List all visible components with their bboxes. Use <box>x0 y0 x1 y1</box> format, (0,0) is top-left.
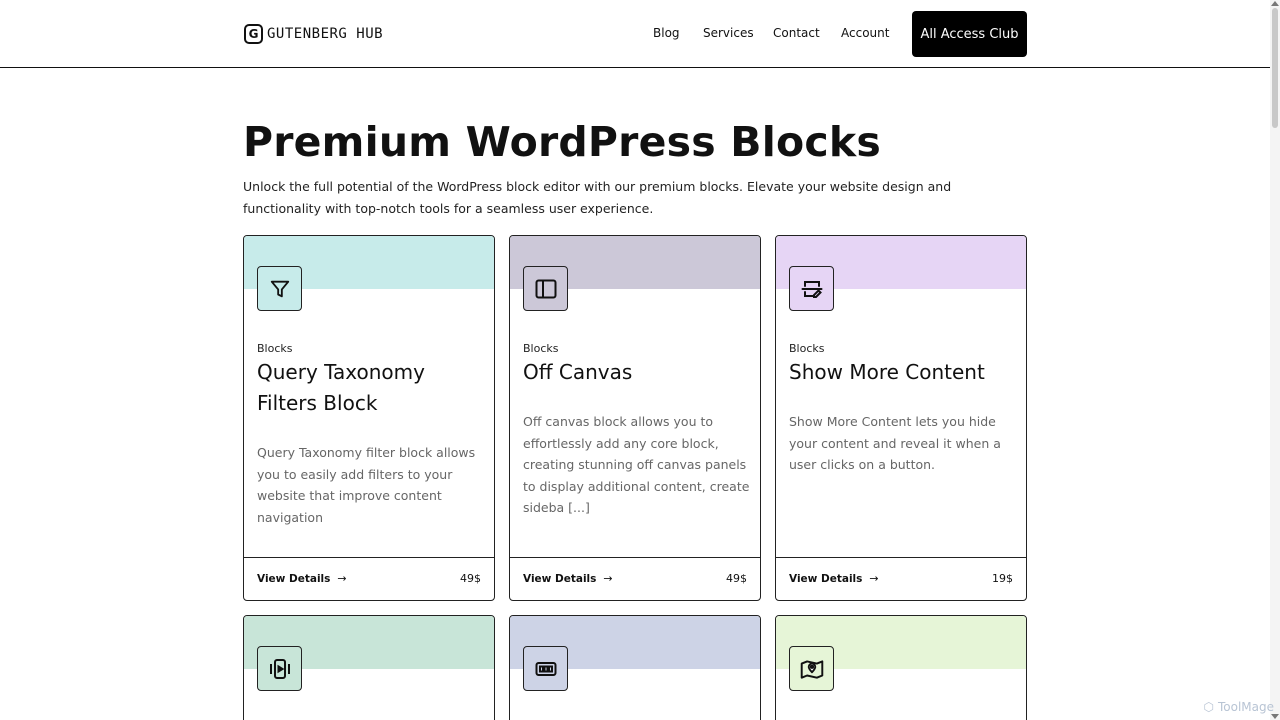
card-title[interactable]: Off Canvas <box>523 357 748 388</box>
sidebar-panel-icon <box>523 266 568 311</box>
watermark: ⬡ ToolMage <box>1204 700 1275 714</box>
scroll-up-arrow[interactable] <box>1271 1 1279 6</box>
product-card-off-canvas[interactable]: Blocks Off Canvas Off canvas block allow… <box>509 235 761 601</box>
card-category: Blocks <box>257 342 293 355</box>
card-category: Blocks <box>523 342 559 355</box>
view-details-link[interactable]: View Details → <box>789 572 879 585</box>
logo-text: GUTENBERG HUB <box>267 26 384 42</box>
card-footer: View Details → 49$ <box>510 557 760 600</box>
card-description: Query Taxonomy filter block allows you t… <box>257 445 476 525</box>
logo-mark: G <box>244 24 263 44</box>
card-footer: View Details → 19$ <box>776 557 1026 600</box>
product-card-show-more[interactable]: Blocks Show More Content Show More Conte… <box>775 235 1027 601</box>
card-price: 49$ <box>460 572 481 585</box>
card-title[interactable]: Show More Content <box>789 357 1014 388</box>
video-slider-icon <box>257 646 302 691</box>
map-pin-icon <box>789 646 834 691</box>
product-card-query-taxonomy[interactable]: Blocks Query Taxonomy Filters Block Quer… <box>243 235 495 601</box>
page-scrollbar[interactable] <box>1270 0 1280 720</box>
product-card-video-slider[interactable] <box>243 615 495 720</box>
arrow-right-icon: → <box>603 572 613 585</box>
nav-services[interactable]: Services <box>703 26 754 40</box>
scroll-thumb[interactable] <box>1272 8 1278 128</box>
all-access-club-button[interactable]: All Access Club <box>912 11 1027 57</box>
card-title[interactable]: Query Taxonomy Filters Block <box>257 357 482 419</box>
gallery-strip-icon <box>523 646 568 691</box>
card-price: 49$ <box>726 572 747 585</box>
site-header: G GUTENBERG HUB Blog Services Contact Ac… <box>0 0 1270 68</box>
view-details-label: View Details <box>523 572 597 585</box>
expand-content-icon <box>789 266 834 311</box>
card-category: Blocks <box>789 342 825 355</box>
nav-blog[interactable]: Blog <box>653 26 680 40</box>
product-card-gallery[interactable] <box>509 615 761 720</box>
watermark-text: ToolMage <box>1217 700 1274 714</box>
product-card-map[interactable] <box>775 615 1027 720</box>
view-details-link[interactable]: View Details → <box>257 572 347 585</box>
page-title: Premium WordPress Blocks <box>243 118 881 166</box>
arrow-right-icon: → <box>869 572 879 585</box>
site-logo[interactable]: G GUTENBERG HUB <box>244 22 383 46</box>
nav-contact[interactable]: Contact <box>773 26 820 40</box>
card-description: Show More Content lets you hide your con… <box>789 414 1001 472</box>
arrow-right-icon: → <box>337 572 347 585</box>
card-description: Off canvas block allows you to effortles… <box>523 414 750 515</box>
watermark-logo-icon: ⬡ <box>1203 700 1214 714</box>
nav-account[interactable]: Account <box>841 26 889 40</box>
funnel-icon <box>257 266 302 311</box>
scroll-down-arrow[interactable] <box>1271 714 1279 719</box>
view-details-label: View Details <box>257 572 331 585</box>
view-details-link[interactable]: View Details → <box>523 572 613 585</box>
view-details-label: View Details <box>789 572 863 585</box>
page-description: Unlock the full potential of the WordPre… <box>243 179 952 216</box>
card-price: 19$ <box>992 572 1013 585</box>
card-footer: View Details → 49$ <box>244 557 494 600</box>
